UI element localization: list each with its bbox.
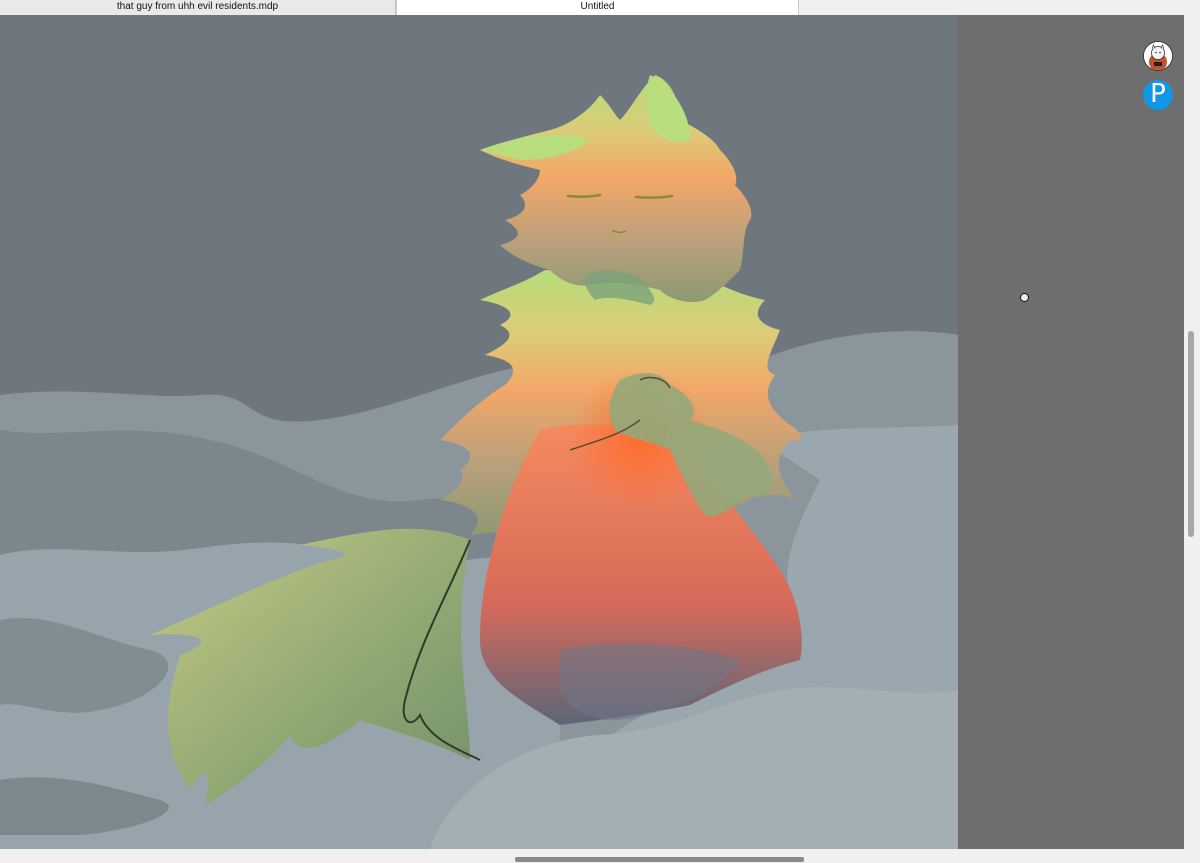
vertical-scrollbar[interactable] — [1184, 15, 1200, 849]
brush-cursor-icon — [1020, 293, 1029, 302]
horizontal-scroll-thumb[interactable] — [515, 857, 804, 862]
document-tab-bar: that guy from uhh evil residents.mdp Unt… — [0, 0, 1200, 16]
vertical-scroll-thumb[interactable] — [1188, 331, 1194, 537]
drawing-canvas[interactable] — [0, 15, 958, 849]
horizontal-scrollbar[interactable] — [0, 849, 1200, 863]
avatar-icon[interactable] — [1144, 42, 1172, 70]
right-panel — [958, 15, 1200, 849]
avatar-image — [1144, 42, 1172, 70]
tab-untitled[interactable]: Untitled — [396, 0, 799, 15]
pixiv-logo-icon[interactable]: P — [1143, 80, 1173, 110]
tab-evil-residents[interactable]: that guy from uhh evil residents.mdp — [0, 0, 396, 15]
artwork — [0, 15, 958, 849]
